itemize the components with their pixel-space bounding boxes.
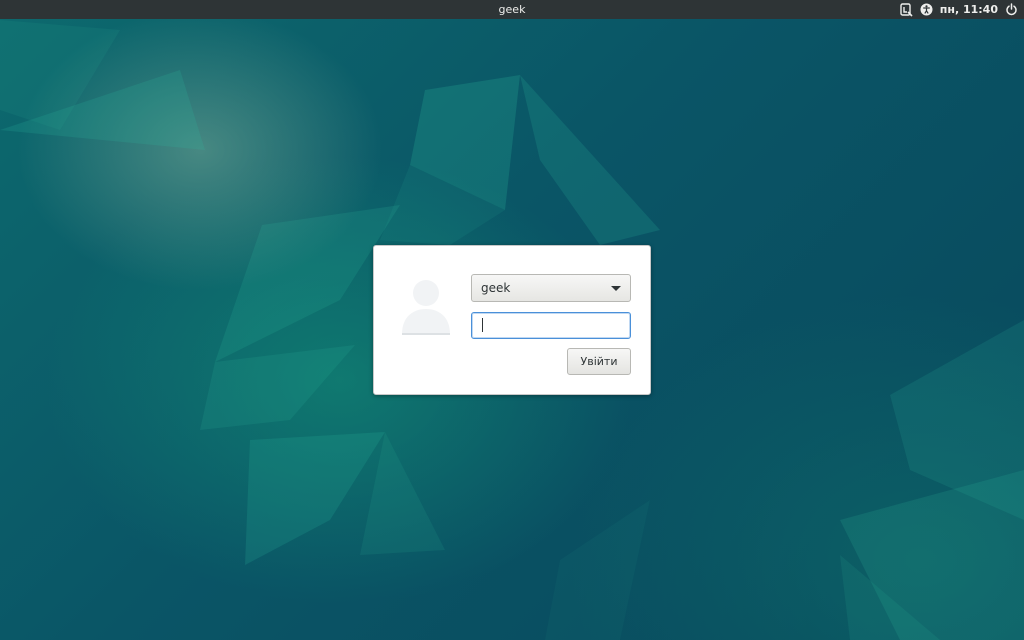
system-tray: пн, 11:40 (900, 0, 1018, 19)
user-select-value: geek (481, 281, 511, 295)
power-icon[interactable] (1004, 3, 1018, 17)
password-input[interactable] (471, 312, 631, 339)
accessibility-icon[interactable] (920, 3, 934, 17)
top-bar: geek пн, 11:40 (0, 0, 1024, 19)
user-avatar-icon (398, 278, 454, 336)
keyboard-layout-icon[interactable] (900, 2, 914, 17)
topbar-hostname: geek (498, 3, 526, 16)
login-button[interactable]: Увійти (567, 348, 631, 375)
user-select[interactable]: geek (471, 274, 631, 302)
login-dialog: geek Увійти (373, 245, 651, 395)
chevron-down-icon (611, 286, 621, 291)
text-caret (482, 318, 483, 332)
clock[interactable]: пн, 11:40 (940, 0, 998, 19)
